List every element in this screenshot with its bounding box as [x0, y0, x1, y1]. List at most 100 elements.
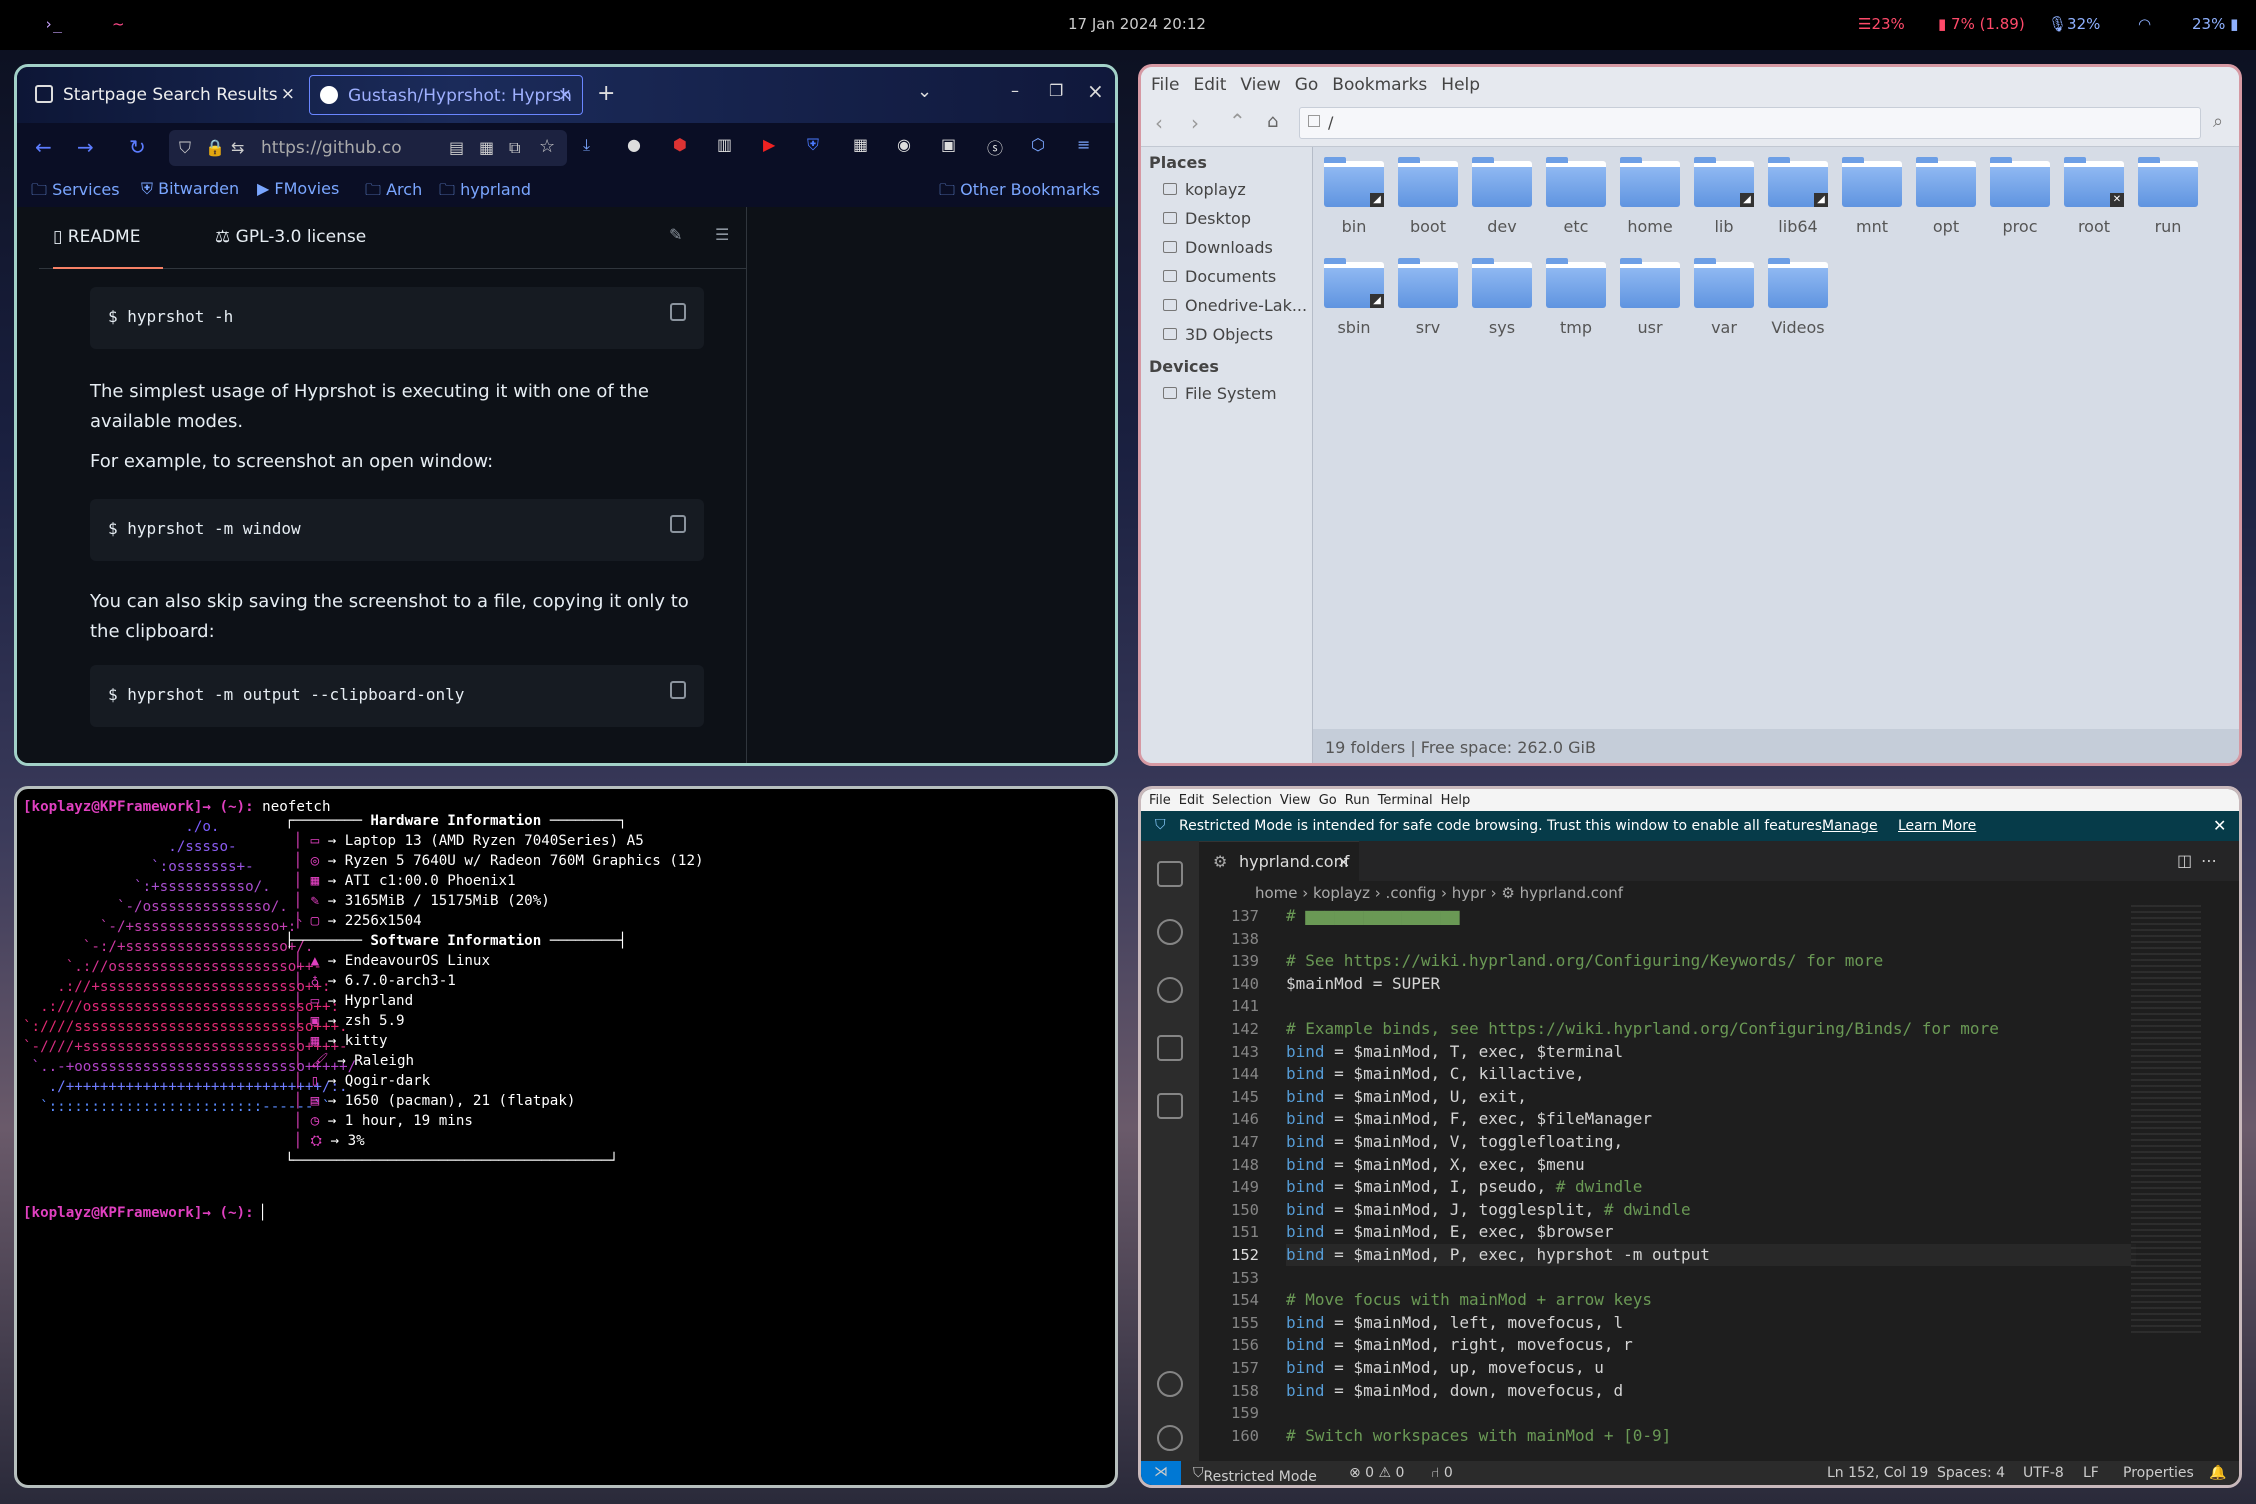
code-line[interactable]: bind = $mainMod, E, exec, $browser [1286, 1221, 1614, 1243]
new-tab-button[interactable]: + [597, 81, 615, 106]
translate-icon[interactable]: ⧉ [509, 138, 520, 158]
menu-edit[interactable]: Edit [1171, 789, 1204, 808]
code-line[interactable]: bind = $mainMod, I, pseudo, # dwindle [1286, 1176, 1642, 1198]
search-icon[interactable]: ⌕ [2213, 111, 2223, 132]
up-icon[interactable]: ⌃ [1229, 109, 1246, 133]
extensions-icon[interactable]: ⬡ [1031, 135, 1045, 154]
menu-help[interactable]: Help [1433, 789, 1471, 808]
back-icon[interactable]: ← [35, 135, 52, 159]
menu-edit[interactable]: Edit [1183, 67, 1226, 95]
close-tab-icon[interactable]: × [558, 85, 572, 105]
close-tab-icon[interactable]: × [281, 84, 295, 104]
more-actions-icon[interactable]: ⋯ [2201, 851, 2217, 870]
wifi-icon[interactable]: ◠ [2138, 15, 2151, 33]
folder-item[interactable]: opt [1911, 157, 1981, 236]
extension-icon[interactable]: ▣ [941, 135, 956, 154]
folder-item[interactable]: srv [1393, 258, 1463, 337]
code-line[interactable]: bind = $mainMod, right, movefocus, r [1286, 1334, 1633, 1356]
encoding[interactable]: UTF-8 [2023, 1465, 2064, 1481]
folder-item[interactable]: usr [1615, 258, 1685, 337]
place-onedrive[interactable]: Onedrive-Lak... [1141, 291, 1312, 320]
restricted-mode-status[interactable]: ⛉ Restricted Mode [1193, 1465, 1317, 1485]
extension-icon[interactable]: ▦ [853, 135, 868, 154]
folder-item[interactable]: home [1615, 157, 1685, 236]
place-documents[interactable]: Documents [1141, 262, 1312, 291]
other-bookmarks[interactable]: 🗀 Other Bookmarks [939, 179, 1100, 206]
learn-more-link[interactable]: Learn More [1898, 818, 1976, 834]
notifications-icon[interactable]: 🔔 [2209, 1465, 2226, 1481]
home-icon[interactable]: ⌂ [1267, 111, 1278, 132]
code-line[interactable]: bind = $mainMod, V, togglefloating, [1286, 1131, 1623, 1153]
menu-view[interactable]: View [1272, 789, 1311, 808]
close-icon[interactable]: ✕ [2213, 816, 2226, 835]
folder-item[interactable]: etc [1541, 157, 1611, 236]
permissions-icon[interactable]: ⇆ [231, 138, 244, 157]
bookmark[interactable]: ▶ FMovies [257, 179, 339, 198]
editor-content[interactable]: 137 # ▆▆▆▆▆▆▆▆▆▆▆▆▆▆▆▆ 138 139 # See https:/… [1141, 905, 2239, 1445]
restore-icon[interactable]: ❐ [1049, 81, 1063, 100]
folder-item[interactable]: ◢ lib64 [1763, 157, 1833, 236]
folder-item[interactable]: ◢ sbin [1319, 258, 1389, 337]
copy-icon[interactable] [670, 515, 686, 533]
menu-file[interactable]: File [1141, 789, 1171, 808]
manage-link[interactable]: Manage [1822, 818, 1878, 834]
language-mode[interactable]: Properties [2123, 1465, 2194, 1481]
menu-view[interactable]: View [1230, 67, 1280, 95]
folder-item[interactable]: ◢ lib [1689, 157, 1759, 236]
bookmark-star-icon[interactable]: ☆ [539, 136, 555, 157]
extension-icon[interactable]: ▥ [717, 135, 732, 154]
minimap[interactable] [2131, 905, 2201, 1335]
close-tab-icon[interactable]: × [1337, 852, 1350, 871]
menu-go[interactable]: Go [1311, 789, 1337, 808]
bookmark-folder[interactable]: 🗀 hyprland [439, 179, 531, 206]
code-line[interactable]: # Switch workspaces with mainMod + [0-9] [1286, 1425, 1671, 1445]
code-line[interactable]: bind = $mainMod, down, movefocus, d [1286, 1380, 1623, 1402]
menu-icon[interactable]: ≡ [1077, 135, 1090, 154]
prompt-line[interactable]: [koplayz@KPFramework]→ (~): ▏ [23, 1203, 271, 1223]
url-field[interactable]: ⛉ 🔒 ⇆ https://github.co ▤ ▦ ⧉ ☆ [169, 130, 567, 166]
code-line[interactable]: bind = $mainMod, F, exec, $fileManager [1286, 1108, 1652, 1130]
indentation[interactable]: Spaces: 4 [1937, 1465, 2005, 1481]
tab-github[interactable]: Gustash/Hyprshot: Hyprsh × [309, 75, 583, 115]
reload-icon[interactable]: ↻ [129, 135, 146, 159]
path-text[interactable]: / [1328, 113, 1333, 132]
bitwarden-icon[interactable]: ⛨ [807, 135, 819, 155]
remote-icon[interactable]: ⋊ [1141, 1461, 1181, 1485]
breadcrumb[interactable]: home › koplayz › .config › hypr › ⚙ hypr… [1199, 881, 2239, 905]
ports-status[interactable]: ⑁ 0 [1431, 1465, 1453, 1481]
outline-icon[interactable]: ☰ [715, 225, 729, 244]
extension-icon[interactable]: ⓢ [987, 135, 1003, 159]
bookmark-folder[interactable]: 🗀 Arch [365, 179, 422, 206]
copy-icon[interactable] [670, 303, 686, 321]
place-home[interactable]: koplayz [1141, 175, 1312, 204]
extension-icon[interactable]: ◉ [897, 135, 911, 154]
folder-item[interactable]: ✕ root [2059, 157, 2129, 236]
extensions-grid-icon[interactable]: ▦ [479, 138, 494, 157]
path-field[interactable]: / [1299, 107, 2201, 139]
forward-icon[interactable]: → [77, 135, 94, 159]
explorer-icon[interactable] [1157, 861, 1183, 887]
folder-item[interactable]: Videos [1763, 258, 1833, 337]
code-line[interactable]: bind = $mainMod, C, killactive, [1286, 1063, 1585, 1085]
license-tab[interactable]: ⚖ GPL-3.0 license [215, 227, 366, 247]
problems-status[interactable]: ⊗ 0 ⚠ 0 [1349, 1465, 1404, 1481]
folder-item[interactable]: ◢ bin [1319, 157, 1389, 236]
microphone-volume[interactable]: 🎙32% [2048, 15, 2100, 33]
place-desktop[interactable]: Desktop [1141, 204, 1312, 233]
code-line[interactable]: bind = $mainMod, U, exit, [1286, 1086, 1527, 1108]
line-ending[interactable]: LF [2083, 1465, 2099, 1481]
folder-item[interactable]: sys [1467, 258, 1537, 337]
copy-icon[interactable] [670, 681, 686, 699]
tab-hyprland-conf[interactable]: ⚙ hyprland.conf × [1199, 841, 1359, 881]
cursor-position[interactable]: Ln 152, Col 19 [1827, 1465, 1928, 1481]
readme-tab[interactable]: ▯ README [53, 227, 163, 269]
menu-file[interactable]: File [1141, 67, 1179, 95]
menu-terminal[interactable]: Terminal [1370, 789, 1433, 808]
code-line[interactable]: bind = $mainMod, left, movefocus, l [1286, 1312, 1623, 1334]
edit-icon[interactable]: ✎ [669, 225, 682, 244]
folder-item[interactable]: proc [1985, 157, 2055, 236]
reader-view-icon[interactable]: ▤ [449, 138, 464, 157]
terminal-launcher-icon[interactable]: ›_ [44, 15, 62, 33]
minimize-icon[interactable]: – [1011, 81, 1019, 100]
code-line[interactable]: bind = $mainMod, P, exec, hyprshot -m ou… [1286, 1244, 2136, 1266]
